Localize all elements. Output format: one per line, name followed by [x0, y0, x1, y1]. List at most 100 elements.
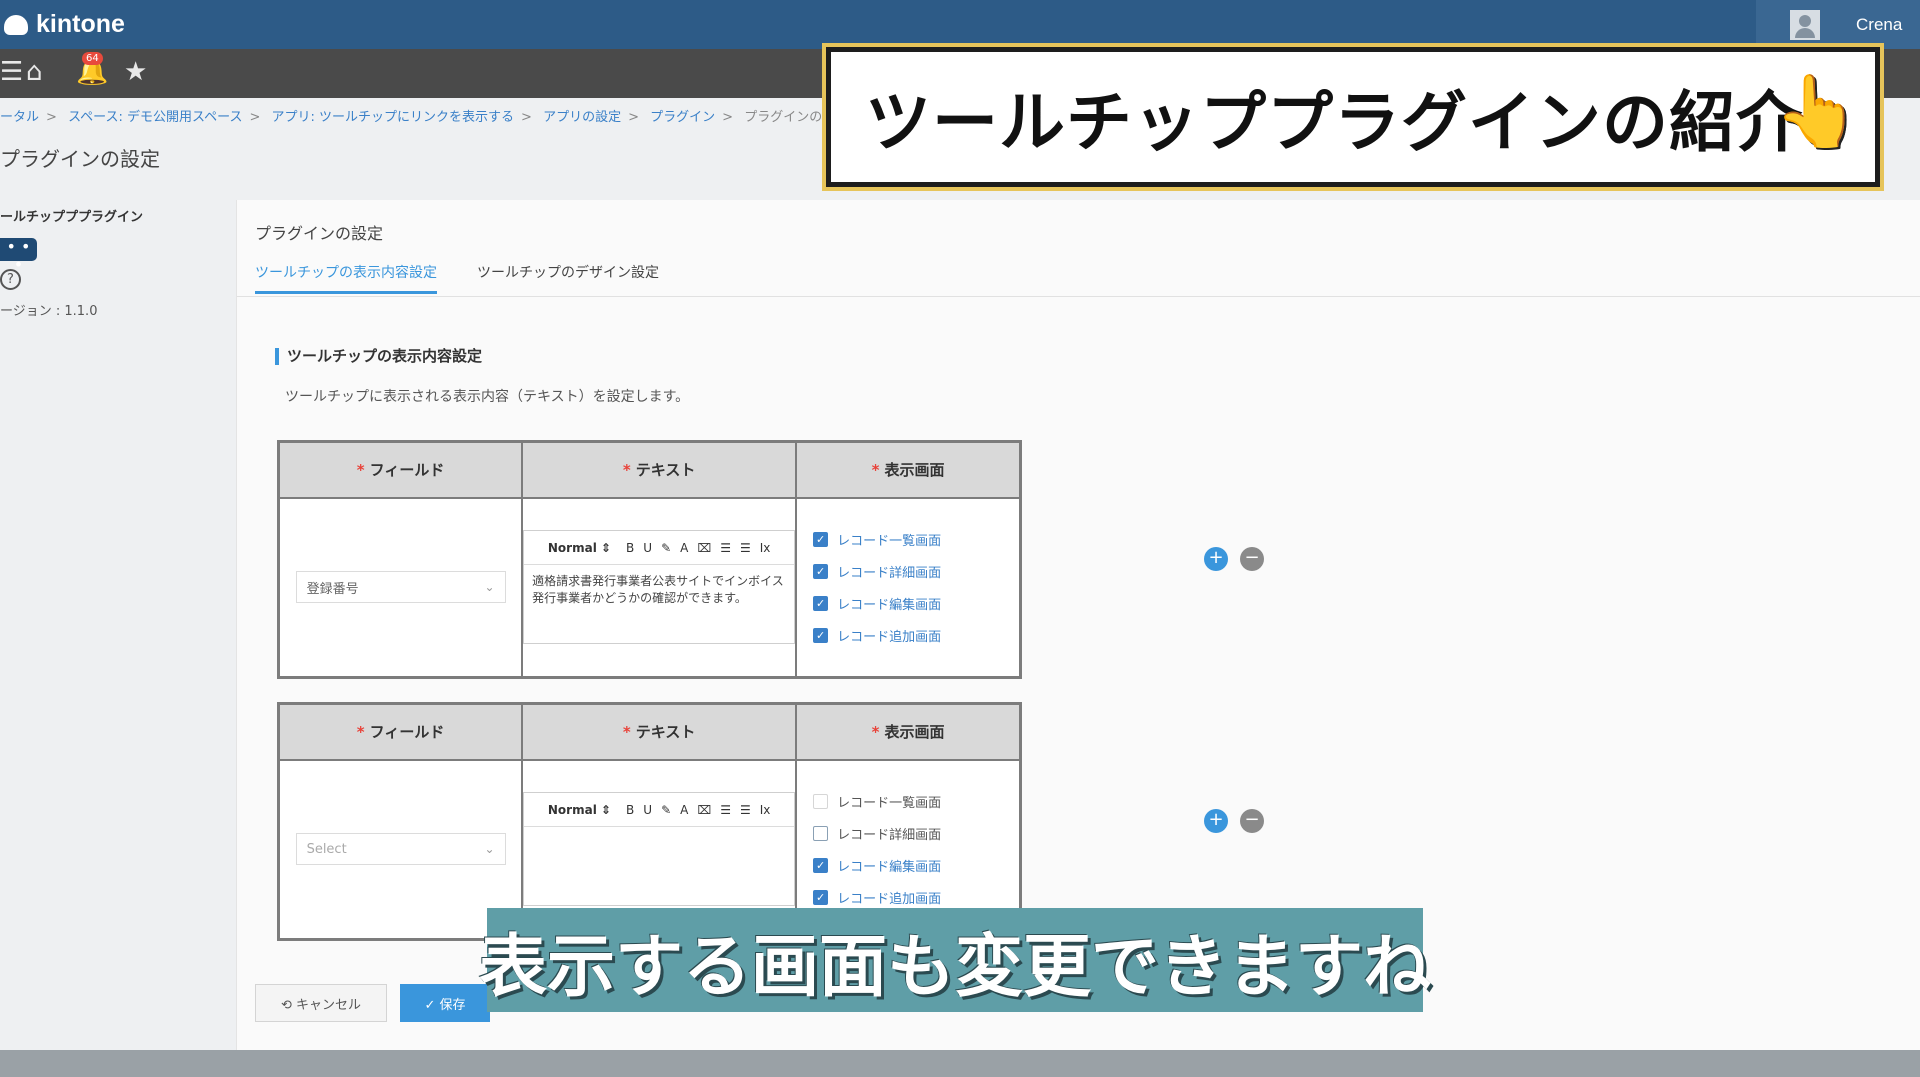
breadcrumb-app[interactable]: アプリ: ツールチップにリンクを表示する	[272, 110, 515, 125]
required-mark: *	[356, 461, 365, 480]
cancel-button[interactable]: ⟲ キャンセル	[255, 984, 387, 1022]
save-button[interactable]: ✓ 保存	[400, 984, 490, 1022]
screen-option-edit[interactable]: ✓ レコード編集画面	[813, 587, 1019, 619]
tab-design[interactable]: ツールチップのデザイン設定	[477, 262, 659, 294]
plugin-version: ージョン : 1.1.0	[0, 304, 98, 319]
section-description: ツールチップに表示される表示内容（テキスト）を設定します。	[285, 389, 690, 405]
header-screens-label: 表示画面	[884, 723, 945, 742]
bold-icon[interactable]: B	[626, 541, 634, 555]
add-row-button[interactable]: +	[1204, 547, 1228, 571]
tab-divider	[237, 296, 1920, 297]
kintone-logo[interactable]: kintone	[4, 10, 125, 39]
font-color-icon[interactable]: A	[680, 803, 688, 817]
screen-checklist: ✓ レコード一覧画面 ✓ レコード詳細画面 ✓ レコード編集画面 ✓ レコード追加画面	[797, 523, 1019, 651]
bullet-list-icon[interactable]: ☰	[740, 803, 751, 817]
header-screens: * 表示画面	[795, 440, 1022, 499]
header-field: * フィールド	[277, 702, 524, 761]
bold-icon[interactable]: B	[626, 803, 634, 817]
format-select[interactable]: Normal ⇕	[548, 803, 611, 817]
breadcrumb-separator: >	[722, 110, 734, 125]
help-icon[interactable]: ?	[0, 269, 21, 290]
screen-option-edit[interactable]: ✓ レコード編集画面	[813, 849, 1019, 881]
breadcrumb-plugins[interactable]: プラグイン	[650, 110, 715, 125]
format-select[interactable]: Normal ⇕	[548, 541, 611, 555]
settings-title: プラグインの設定	[255, 224, 384, 243]
header-text: * テキスト	[521, 702, 798, 761]
checkbox-checked-icon[interactable]: ✓	[813, 595, 829, 611]
bullet-list-icon[interactable]: ☰	[740, 541, 751, 555]
background-color-icon[interactable]: ⌧	[697, 803, 711, 817]
checkbox-checked-icon[interactable]: ✓	[813, 627, 829, 643]
header-text-label: テキスト	[635, 723, 696, 742]
screen-option-detail[interactable]: ✓ レコード詳細画面	[813, 817, 1019, 849]
link-icon[interactable]: ✎	[661, 541, 671, 555]
header-text: * テキスト	[521, 440, 798, 499]
clear-format-icon[interactable]: Ix	[760, 803, 771, 817]
editor-text[interactable]	[524, 827, 794, 843]
screen-option-add[interactable]: ✓ レコード追加画面	[813, 619, 1019, 651]
home-icon[interactable]: ⌂	[26, 57, 43, 87]
breadcrumb-portal[interactable]: ータル	[0, 110, 39, 125]
underline-icon[interactable]: U	[643, 803, 652, 817]
tooltip-config-table-1: * フィールド * テキスト * 表示画面 登録番号 ⌄ Normal ⇕ B U ✎	[277, 440, 1022, 679]
app-header: kintone Crena	[0, 0, 1920, 49]
required-mark: *	[622, 461, 631, 480]
ordered-list-icon[interactable]: ☰	[720, 803, 731, 817]
section-title: ツールチップの表示内容設定	[275, 348, 482, 365]
link-icon[interactable]: ✎	[661, 803, 671, 817]
table-row: 登録番号 ⌄ Normal ⇕ B U ✎ A ⌧ ☰ ☰ Ix 適格請求書発行…	[277, 496, 1022, 679]
checkbox-checked-icon[interactable]: ✓	[813, 531, 829, 547]
text-cell: Normal ⇕ B U ✎ A ⌧ ☰ ☰ Ix 適格請求書発行事業者公表サイ…	[521, 496, 798, 679]
rich-text-editor[interactable]: Normal ⇕ B U ✎ A ⌧ ☰ ☰ Ix	[523, 792, 796, 907]
remove-row-button[interactable]: −	[1240, 547, 1264, 571]
menu-icon[interactable]: ☰	[0, 57, 23, 87]
user-menu[interactable]: Crena	[1756, 0, 1920, 49]
underline-icon[interactable]: U	[643, 541, 652, 555]
background-color-icon[interactable]: ⌧	[697, 541, 711, 555]
checkbox-checked-icon[interactable]: ✓	[813, 563, 829, 579]
clear-format-icon[interactable]: Ix	[760, 541, 771, 555]
page-title: プラグインの設定	[0, 147, 160, 171]
subtitle-caption: 表示する画面も変更できますね	[479, 908, 1431, 1012]
checkbox-checked-icon[interactable]: ✓	[813, 857, 829, 873]
header-field: * フィールド	[277, 440, 524, 499]
header-text-label: テキスト	[635, 461, 696, 480]
screen-option-list[interactable]: ✓ レコード一覧画面	[813, 785, 1019, 817]
screen-option-label: レコード編集画面	[837, 859, 942, 875]
screen-option-label: レコード一覧画面	[837, 533, 942, 549]
required-mark: *	[622, 723, 631, 742]
rich-text-editor[interactable]: Normal ⇕ B U ✎ A ⌧ ☰ ☰ Ix 適格請求書発行事業者公表サイ…	[523, 530, 796, 645]
editor-text[interactable]: 適格請求書発行事業者公表サイトでインボイス発行事業者かどうかの確認ができます。	[524, 565, 794, 615]
screen-option-detail[interactable]: ✓ レコード詳細画面	[813, 555, 1019, 587]
plugin-info-panel: ールチップププラグイン • • • ? ージョン : 1.1.0	[0, 190, 236, 1060]
favorites-star-icon[interactable]: ★	[124, 57, 147, 87]
screens-cell: ✓ レコード一覧画面 ✓ レコード詳細画面 ✓ レコード編集画面 ✓ レコード追加画面	[795, 496, 1022, 679]
checkbox-unchecked-icon[interactable]: ✓	[813, 825, 829, 841]
screen-option-list[interactable]: ✓ レコード一覧画面	[813, 523, 1019, 555]
kintone-logo-icon	[4, 14, 28, 35]
notification-badge: 64	[82, 52, 103, 65]
banner-title: ツールチッププラグインの紹介	[865, 84, 1803, 161]
breadcrumb-app-settings[interactable]: アプリの設定	[543, 110, 621, 125]
checkbox-unchecked-icon[interactable]: ✓	[813, 793, 829, 809]
screen-option-label: レコード詳細画面	[837, 565, 942, 581]
tooltip-config-table-2: * フィールド * テキスト * 表示画面 Select ⌄ Normal ⇕ B U…	[277, 702, 1022, 941]
breadcrumb-space[interactable]: スペース: デモ公開用スペース	[68, 110, 242, 125]
plugin-name: ールチップププラグイン	[0, 210, 144, 225]
remove-row-button[interactable]: −	[1240, 809, 1264, 833]
user-avatar-icon	[1790, 9, 1820, 40]
header-field-label: フィールド	[369, 461, 445, 480]
required-mark: *	[871, 461, 880, 480]
subtitle-text: 表示する画面も変更できますね	[479, 927, 1432, 1007]
screen-option-label: レコード追加画面	[837, 891, 942, 907]
header-screens: * 表示画面	[795, 702, 1022, 761]
chevron-down-icon: ⌄	[484, 580, 495, 595]
field-select[interactable]: 登録番号 ⌄	[295, 571, 506, 604]
tab-display-content[interactable]: ツールチップの表示内容設定	[255, 262, 437, 294]
ordered-list-icon[interactable]: ☰	[720, 541, 731, 555]
add-row-button[interactable]: +	[1204, 809, 1228, 833]
field-select[interactable]: Select ⌄	[295, 833, 506, 866]
checkbox-checked-icon[interactable]: ✓	[813, 889, 829, 905]
more-options-button[interactable]: • • •	[0, 238, 37, 274]
font-color-icon[interactable]: A	[680, 541, 688, 555]
